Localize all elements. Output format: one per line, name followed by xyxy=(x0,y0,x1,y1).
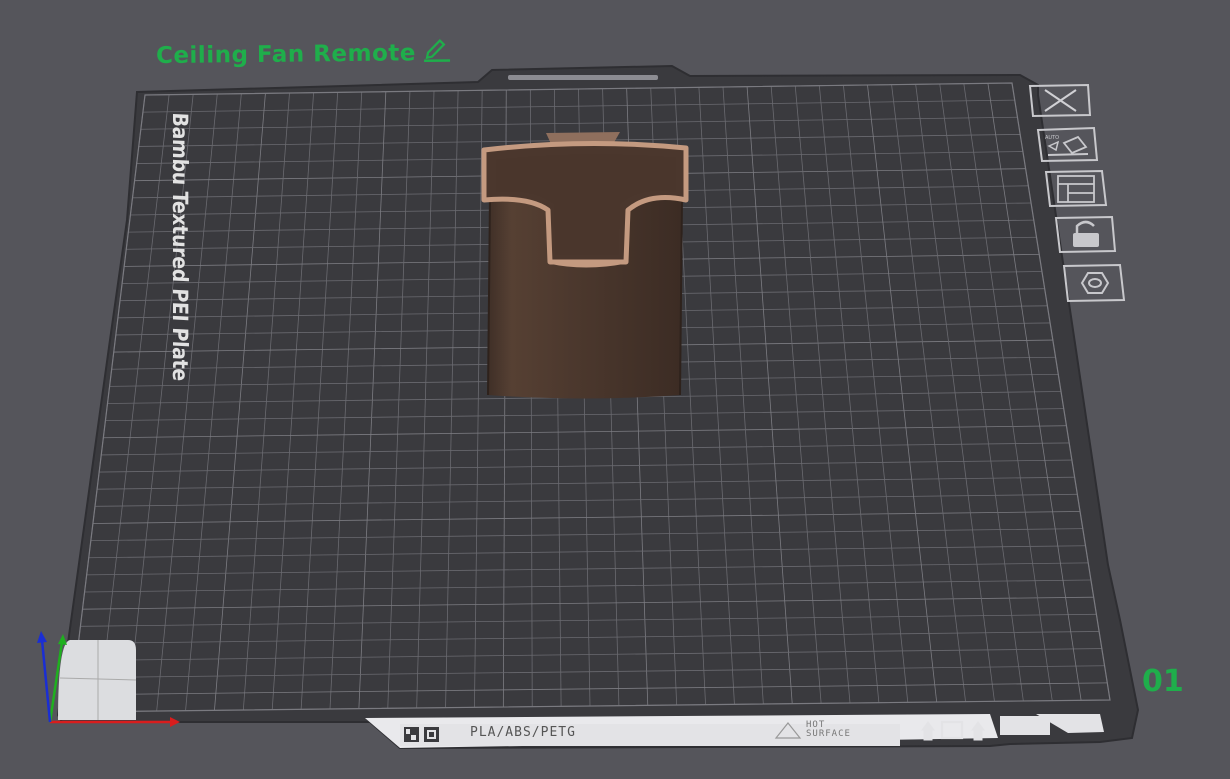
plate-number[interactable]: 01 xyxy=(1142,664,1184,699)
plate-handle xyxy=(508,75,658,80)
hex-nut-settings-icon[interactable] xyxy=(1062,263,1126,303)
plate-tab-left xyxy=(1000,716,1050,735)
svg-text:AUTO: AUTO xyxy=(1045,135,1059,141)
hot-surface-line-2: SURFACE xyxy=(806,729,851,739)
material-compat-label: PLA/ABS/PETG xyxy=(470,725,576,740)
plate-type-name: Bambu Textured PEI Plate xyxy=(168,112,192,382)
plate-title[interactable]: Ceiling Fan Remote xyxy=(156,38,452,71)
3d-viewport[interactable]: AUTO Ceiling Fan Remote Bambu Textured P… xyxy=(0,0,1230,779)
plate-title-text: Ceiling Fan Remote xyxy=(155,40,417,70)
lock-icon[interactable] xyxy=(1054,215,1117,254)
hot-surface-label: HOT SURFACE xyxy=(806,721,851,739)
pencil-edit-icon[interactable] xyxy=(422,38,452,68)
model-ceiling-fan-remote[interactable] xyxy=(481,132,689,399)
arrange-icon[interactable] xyxy=(1044,169,1108,208)
